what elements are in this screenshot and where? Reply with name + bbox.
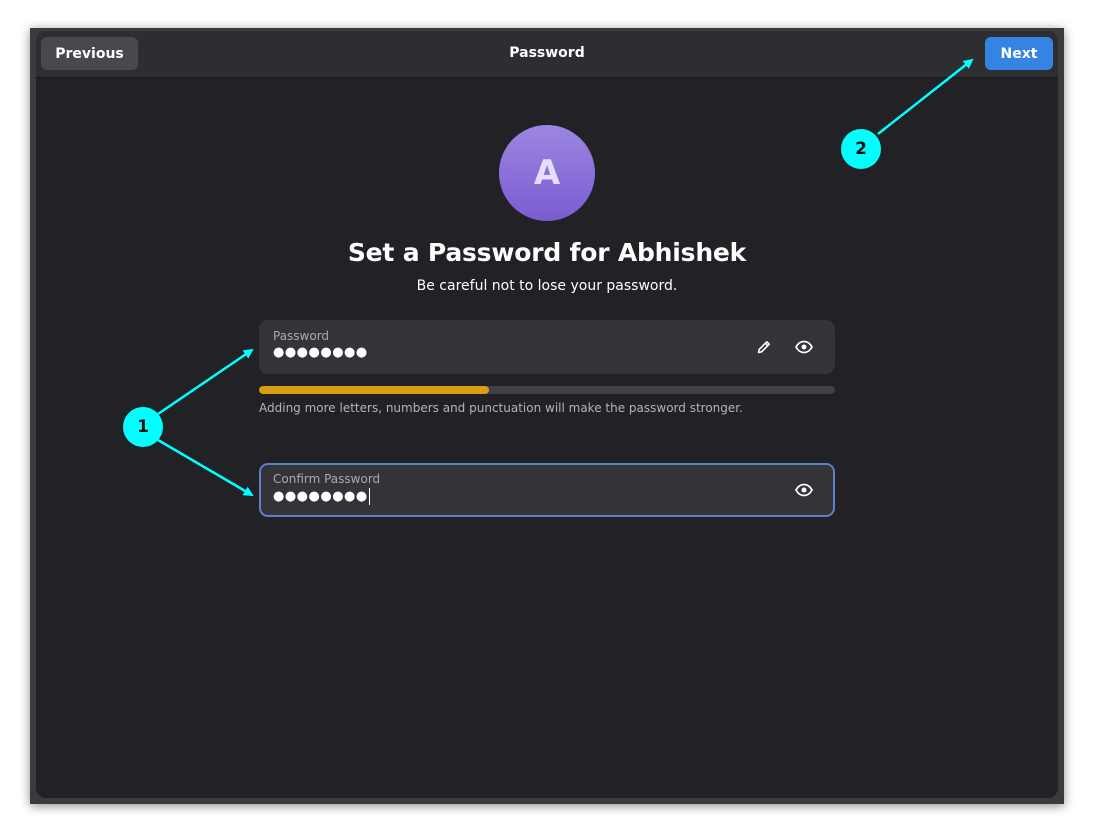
header-title: Password bbox=[509, 45, 585, 61]
avatar-initial: A bbox=[533, 153, 561, 193]
next-button[interactable]: Next bbox=[985, 37, 1053, 70]
header-bar: Previous Password Next bbox=[36, 31, 1058, 78]
password-strength-fill bbox=[259, 386, 490, 394]
password-strength-hint: Adding more letters, numbers and punctua… bbox=[259, 401, 743, 415]
annotation-badge-1: 1 bbox=[123, 407, 163, 447]
text-caret bbox=[368, 488, 370, 505]
password-field[interactable]: Password ●●●●●●●● bbox=[259, 320, 835, 374]
annotation-badge-2: 2 bbox=[841, 129, 881, 169]
avatar: A bbox=[499, 125, 595, 221]
eye-icon[interactable] bbox=[792, 478, 816, 502]
confirm-password-field[interactable]: Confirm Password ●●●●●●●● bbox=[259, 463, 835, 517]
page-title: Set a Password for Abhishek bbox=[347, 238, 747, 267]
confirm-password-text: ●●●●●●●● bbox=[273, 489, 368, 504]
password-field-label: Password bbox=[273, 329, 330, 343]
edit-icon[interactable] bbox=[752, 335, 776, 359]
password-strength-bar bbox=[259, 386, 835, 394]
page-subtitle: Be careful not to lose your password. bbox=[416, 278, 678, 294]
password-dialog-window: Previous Password Next A Set a Password … bbox=[36, 31, 1058, 798]
confirm-password-field-label: Confirm Password bbox=[273, 472, 381, 486]
eye-icon[interactable] bbox=[792, 335, 816, 359]
confirm-password-field-value[interactable]: ●●●●●●●● bbox=[273, 488, 370, 505]
password-field-value[interactable]: ●●●●●●●● bbox=[273, 345, 368, 360]
